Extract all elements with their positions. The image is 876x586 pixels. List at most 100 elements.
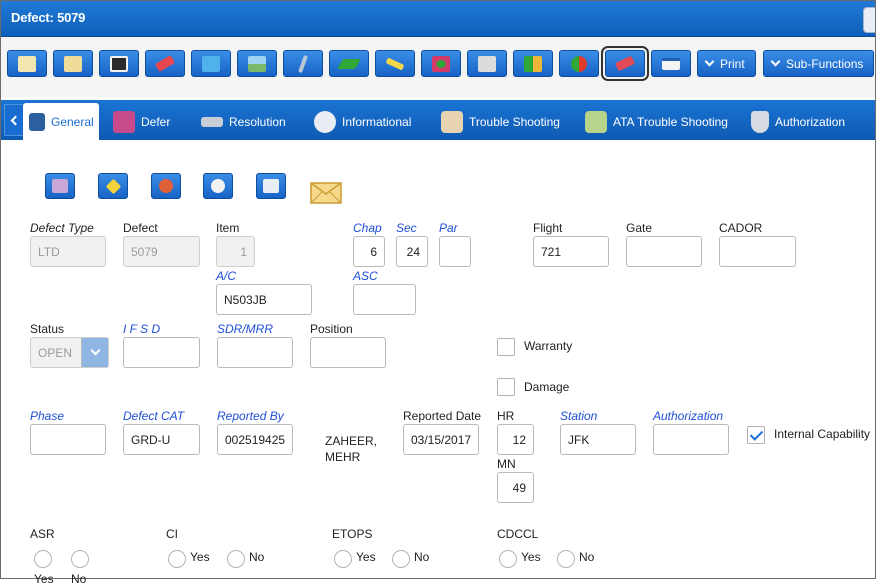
title-bar: Defect: 5079 xyxy=(1,1,875,37)
status-value: OPEN xyxy=(38,345,73,360)
ifsd-label: I F S D xyxy=(123,322,161,336)
etops-yes-label: Yes xyxy=(356,550,376,564)
notebook-icon xyxy=(202,55,220,72)
new-record-button[interactable] xyxy=(7,50,47,77)
eraser-red-button[interactable] xyxy=(601,46,649,81)
shield-icon xyxy=(751,110,769,133)
aircraft-button[interactable] xyxy=(375,50,415,77)
chap-label: Chap xyxy=(353,221,382,235)
cdccl-yes-radio[interactable] xyxy=(499,550,517,568)
flight-label: Flight xyxy=(533,221,563,235)
house-button[interactable] xyxy=(467,50,507,77)
etops-yes-radio[interactable] xyxy=(334,550,352,568)
transfer-button[interactable] xyxy=(513,50,553,77)
copy-record-button[interactable] xyxy=(53,50,93,77)
print-label: Print xyxy=(720,56,745,71)
status-label: Status xyxy=(30,322,65,336)
picture-button[interactable] xyxy=(237,50,277,77)
ifsd-input[interactable] xyxy=(123,337,200,368)
checkmarks-button[interactable] xyxy=(329,50,369,77)
authorization-input[interactable] xyxy=(653,424,729,455)
tab-defer[interactable]: Defer xyxy=(113,103,170,140)
sec-input[interactable]: 24 xyxy=(396,236,428,267)
reported-date-input[interactable]: 03/15/2017 xyxy=(403,424,479,455)
internal-capability-label: Internal Capability xyxy=(774,427,871,441)
status-light-button[interactable] xyxy=(559,50,599,77)
notebook-button[interactable] xyxy=(191,50,231,77)
cdccl-label: CDCCL xyxy=(497,527,539,541)
save-icon xyxy=(110,55,128,72)
etops-label: ETOPS xyxy=(332,527,373,541)
window-button[interactable] xyxy=(651,50,691,77)
reported-by-input[interactable]: 002519425 xyxy=(217,424,293,455)
cador-input[interactable] xyxy=(719,236,796,267)
tab-scroll-left-button[interactable] xyxy=(4,104,24,136)
tools-button[interactable] xyxy=(421,50,461,77)
ci-yes-radio[interactable] xyxy=(168,550,186,568)
item-field: 1 xyxy=(216,236,255,267)
status-dropdown-arrow[interactable] xyxy=(81,338,108,367)
tab-general[interactable]: General xyxy=(23,103,99,140)
tab-informational[interactable]: Informational xyxy=(314,103,411,140)
chevron-down-icon xyxy=(704,56,715,67)
defer-sub-icon xyxy=(52,179,68,193)
tab-authorization-label: Authorization xyxy=(775,114,846,129)
status-select[interactable]: OPEN xyxy=(30,337,109,368)
subfunctions-dropdown-button[interactable]: Sub-Functions xyxy=(763,50,875,77)
par-input[interactable] xyxy=(439,236,471,267)
warranty-checkbox[interactable] xyxy=(497,338,515,356)
gate-label: Gate xyxy=(626,221,653,235)
chevron-left-icon xyxy=(10,115,21,125)
transfer-icon xyxy=(524,55,542,72)
window-title: Defect: 5079 xyxy=(11,10,86,25)
chap-input[interactable]: 6 xyxy=(353,236,385,267)
position-input[interactable] xyxy=(310,337,386,368)
mn-input[interactable]: 49 xyxy=(497,472,534,503)
envelope-icon[interactable] xyxy=(310,182,342,204)
diamond-sub-button[interactable] xyxy=(98,173,128,199)
reported-date-label: Reported Date xyxy=(403,409,482,423)
tab-bar: General Defer Resolution Informational T… xyxy=(1,100,875,140)
gate-input[interactable] xyxy=(626,236,702,267)
window-corner-button[interactable] xyxy=(863,7,875,33)
phase-input[interactable] xyxy=(30,424,106,455)
tab-resolution[interactable]: Resolution xyxy=(201,103,286,140)
tab-ata-trouble-shooting[interactable]: ATA Trouble Shooting xyxy=(585,103,728,140)
cdccl-no-label: No xyxy=(579,550,595,564)
window-icon xyxy=(662,57,680,70)
asr-no-radio[interactable] xyxy=(71,550,89,568)
ac-input[interactable]: N503JB xyxy=(216,284,312,315)
cdccl-no-radio[interactable] xyxy=(557,550,575,568)
position-label: Position xyxy=(310,322,353,336)
ata-troubleshoot-icon xyxy=(585,110,607,133)
station-input[interactable]: JFK xyxy=(560,424,636,455)
defect-cat-input[interactable]: GRD-U xyxy=(123,424,200,455)
damage-checkbox[interactable] xyxy=(497,378,515,396)
tab-authorization[interactable]: Authorization xyxy=(751,103,845,140)
hr-input[interactable]: 12 xyxy=(497,424,534,455)
defect-type-label: Defect Type xyxy=(30,221,94,235)
asc-input[interactable] xyxy=(353,284,416,315)
save-button[interactable] xyxy=(99,50,139,77)
defect-type-field: LTD xyxy=(30,236,106,267)
chart-sub-button[interactable] xyxy=(256,173,286,199)
par-label: Par xyxy=(439,221,458,235)
erase-button[interactable] xyxy=(145,50,185,77)
asr-label: ASR xyxy=(30,527,55,541)
internal-capability-checkbox[interactable] xyxy=(747,426,765,444)
ci-no-radio[interactable] xyxy=(227,550,245,568)
tools-icon xyxy=(432,55,450,72)
pencil-button[interactable] xyxy=(283,50,323,77)
etops-no-radio[interactable] xyxy=(392,550,410,568)
ac-label: A/C xyxy=(216,269,237,283)
sdr-mrr-input[interactable] xyxy=(217,337,293,368)
chevron-down-icon xyxy=(90,345,100,356)
gauge-sub-button[interactable] xyxy=(203,173,233,199)
flight-input[interactable]: 721 xyxy=(533,236,609,267)
print-dropdown-button[interactable]: Print xyxy=(697,50,756,77)
gear-sub-button[interactable] xyxy=(151,173,181,199)
defer-sub-button[interactable] xyxy=(45,173,75,199)
asr-yes-radio[interactable] xyxy=(34,550,52,568)
eraser-icon xyxy=(154,55,176,72)
tab-trouble-shooting[interactable]: Trouble Shooting xyxy=(441,103,560,140)
